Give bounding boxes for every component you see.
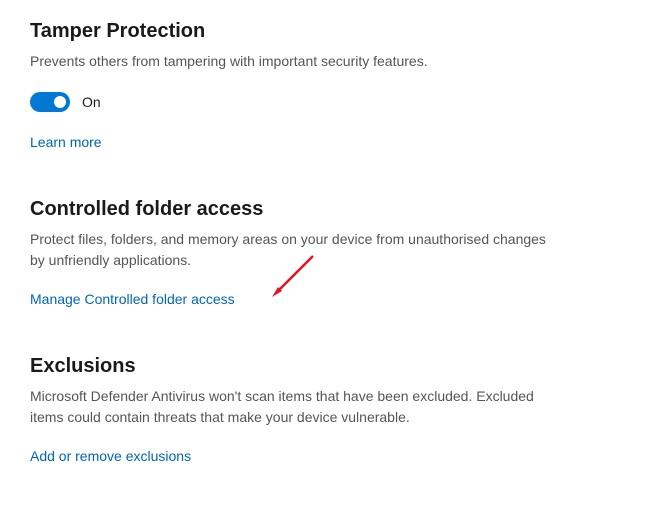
cfa-desc: Protect files, folders, and memory areas… — [30, 229, 550, 271]
cfa-link-row: Manage Controlled folder access — [30, 291, 235, 307]
exclusions-section: Exclusions Microsoft Defender Antivirus … — [30, 355, 634, 464]
controlled-folder-access-section: Controlled folder access Protect files, … — [30, 198, 634, 307]
exclusions-desc: Microsoft Defender Antivirus won't scan … — [30, 386, 550, 428]
tamper-toggle-label: On — [82, 94, 101, 110]
tamper-desc: Prevents others from tampering with impo… — [30, 51, 550, 72]
exclusions-title: Exclusions — [30, 355, 634, 378]
learn-more-link[interactable]: Learn more — [30, 134, 102, 150]
tamper-toggle[interactable] — [30, 92, 70, 112]
toggle-knob — [54, 96, 66, 108]
tamper-toggle-row: On — [30, 92, 634, 112]
tamper-protection-section: Tamper Protection Prevents others from t… — [30, 20, 634, 150]
tamper-title: Tamper Protection — [30, 20, 634, 43]
manage-cfa-link[interactable]: Manage Controlled folder access — [30, 291, 235, 307]
add-remove-exclusions-link[interactable]: Add or remove exclusions — [30, 448, 191, 464]
cfa-title: Controlled folder access — [30, 198, 634, 221]
